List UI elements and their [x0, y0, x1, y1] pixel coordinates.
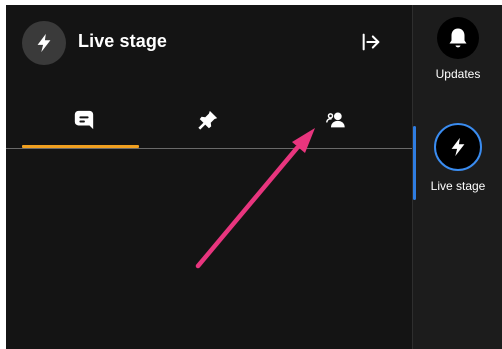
- rail-item-label: Updates: [435, 67, 481, 81]
- live-stage-panel: Live stage: [6, 5, 412, 349]
- tab-pinned[interactable]: [142, 97, 274, 143]
- page-title: Live stage: [78, 31, 168, 51]
- tab-chat[interactable]: [18, 97, 150, 143]
- live-stage-badge: [22, 21, 66, 65]
- panel-header: Live stage: [6, 5, 412, 77]
- tab-bar: [6, 97, 412, 149]
- updates-icon-badge: [437, 17, 479, 59]
- bell-icon: [449, 28, 467, 48]
- lightning-icon: [37, 33, 51, 53]
- exit-button[interactable]: [358, 29, 384, 55]
- rail-item-live-stage[interactable]: Live stage: [413, 123, 502, 193]
- chat-icon: [74, 110, 94, 130]
- live-stage-icon-badge: [434, 123, 482, 171]
- app-root: Live stage Updates Live stage: [0, 0, 502, 349]
- lightning-icon: [451, 137, 465, 157]
- pin-icon: [198, 110, 218, 130]
- exit-arrow-icon: [362, 33, 380, 51]
- tab-divider: [6, 148, 412, 149]
- right-rail: Updates Live stage: [412, 5, 502, 349]
- rail-item-label: Live stage: [430, 179, 486, 193]
- tab-people[interactable]: [270, 97, 402, 143]
- rail-item-updates[interactable]: Updates: [413, 17, 502, 81]
- people-icon: [326, 112, 345, 128]
